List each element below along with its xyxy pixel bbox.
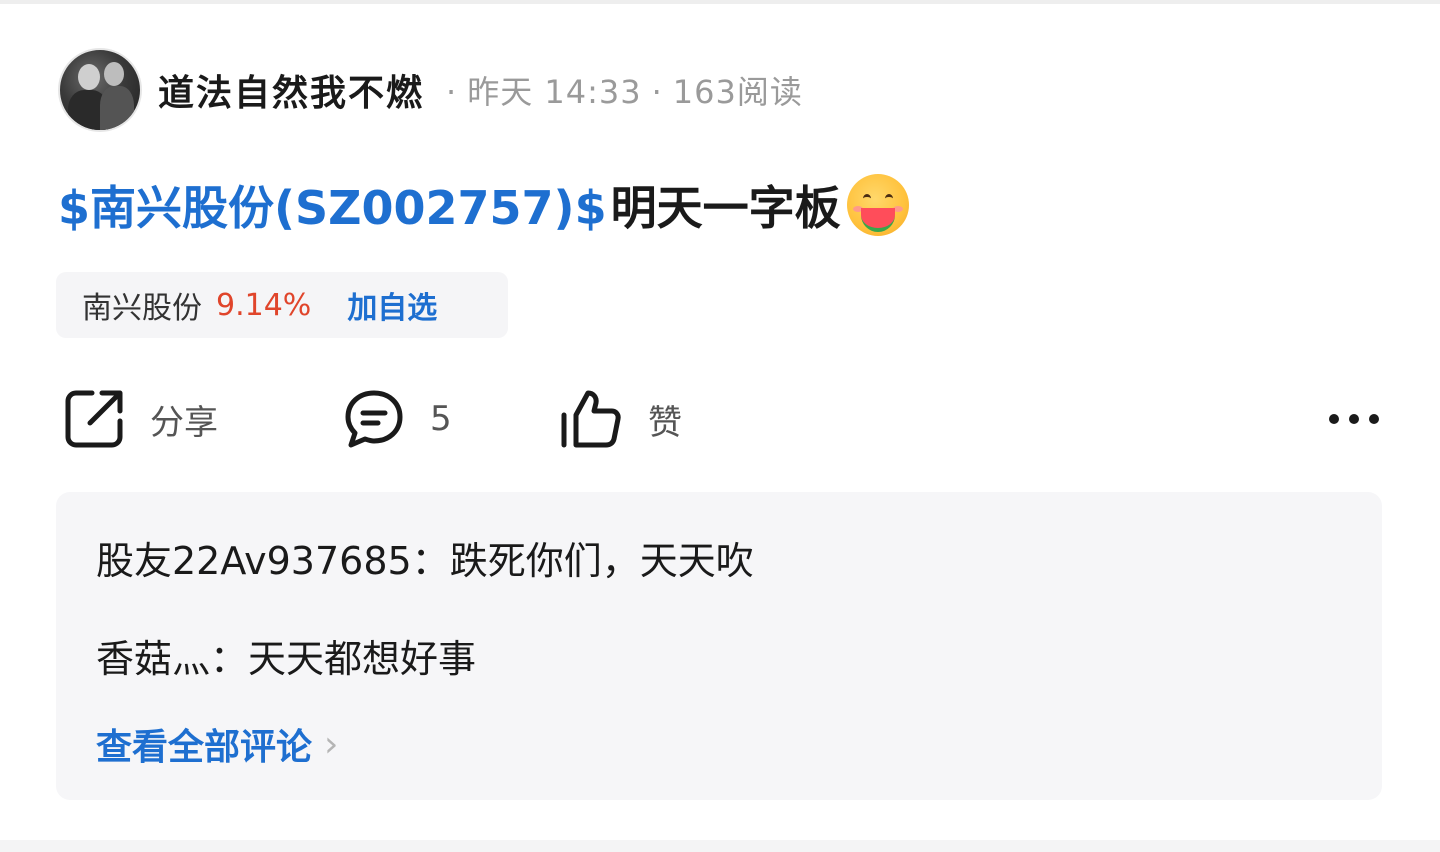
stock-quote-chip[interactable]: 南兴股份 9.14% 加自选: [56, 272, 508, 338]
stock-name: 南兴股份: [82, 291, 202, 326]
action-bar: 分享 5 赞: [58, 384, 1382, 454]
comment-button[interactable]: 5: [342, 384, 452, 454]
avatar-figure: [100, 86, 134, 130]
comment-text: 天天都想好事: [248, 637, 477, 681]
username[interactable]: 道法自然我不燃: [158, 64, 424, 116]
share-button[interactable]: 分享: [62, 384, 218, 454]
add-to-watchlist-button[interactable]: 加自选: [347, 283, 437, 327]
comment-item[interactable]: 股友22Av937685：跌死你们，天天吹: [96, 530, 754, 585]
like-label: 赞: [648, 402, 682, 443]
chevron-right-icon: ›: [324, 723, 339, 765]
comment-icon: [342, 387, 406, 451]
comment-author[interactable]: 香菇灬: [96, 637, 210, 681]
post-meta: · 昨天 14:33 · 163阅读: [436, 67, 803, 113]
more-icon: [1326, 411, 1382, 427]
post-header: 道法自然我不燃 · 昨天 14:33 · 163阅读: [58, 48, 803, 132]
like-button[interactable]: 赞: [558, 384, 682, 454]
comment-colon: ：: [210, 637, 249, 681]
post-time: 昨天 14:33: [467, 73, 642, 111]
comment-item[interactable]: 香菇灬：天天都想好事: [96, 628, 476, 683]
view-all-label: 查看全部评论: [96, 727, 313, 768]
post-content: $南兴股份(SZ002757)$ 明天一字板: [58, 172, 909, 238]
thumbs-up-icon: [558, 387, 624, 451]
stock-change-percent: 9.14%: [216, 287, 312, 323]
view-all-comments-link[interactable]: 查看全部评论 ›: [96, 718, 338, 770]
avatar-face: [104, 62, 124, 86]
share-icon: [62, 387, 126, 451]
face-eating-watermelon-emoji: [846, 174, 909, 236]
comment-colon: ：: [411, 539, 450, 583]
stock-tag-link[interactable]: $南兴股份(SZ002757)$: [58, 172, 607, 238]
post-text: 明天一字板: [610, 181, 841, 235]
more-button[interactable]: [1326, 384, 1382, 454]
meta-separator: ·: [446, 73, 458, 111]
read-count: 163阅读: [672, 73, 803, 111]
comment-author[interactable]: 股友22Av937685: [96, 539, 412, 583]
top-divider: [0, 0, 1440, 4]
comment-count: 5: [430, 399, 452, 439]
avatar[interactable]: [58, 48, 142, 132]
comment-text: 跌死你们，天天吹: [449, 539, 754, 583]
bottom-divider: [0, 840, 1440, 852]
avatar-face: [78, 64, 100, 90]
meta-separator: ·: [651, 73, 663, 111]
share-label: 分享: [150, 402, 218, 443]
